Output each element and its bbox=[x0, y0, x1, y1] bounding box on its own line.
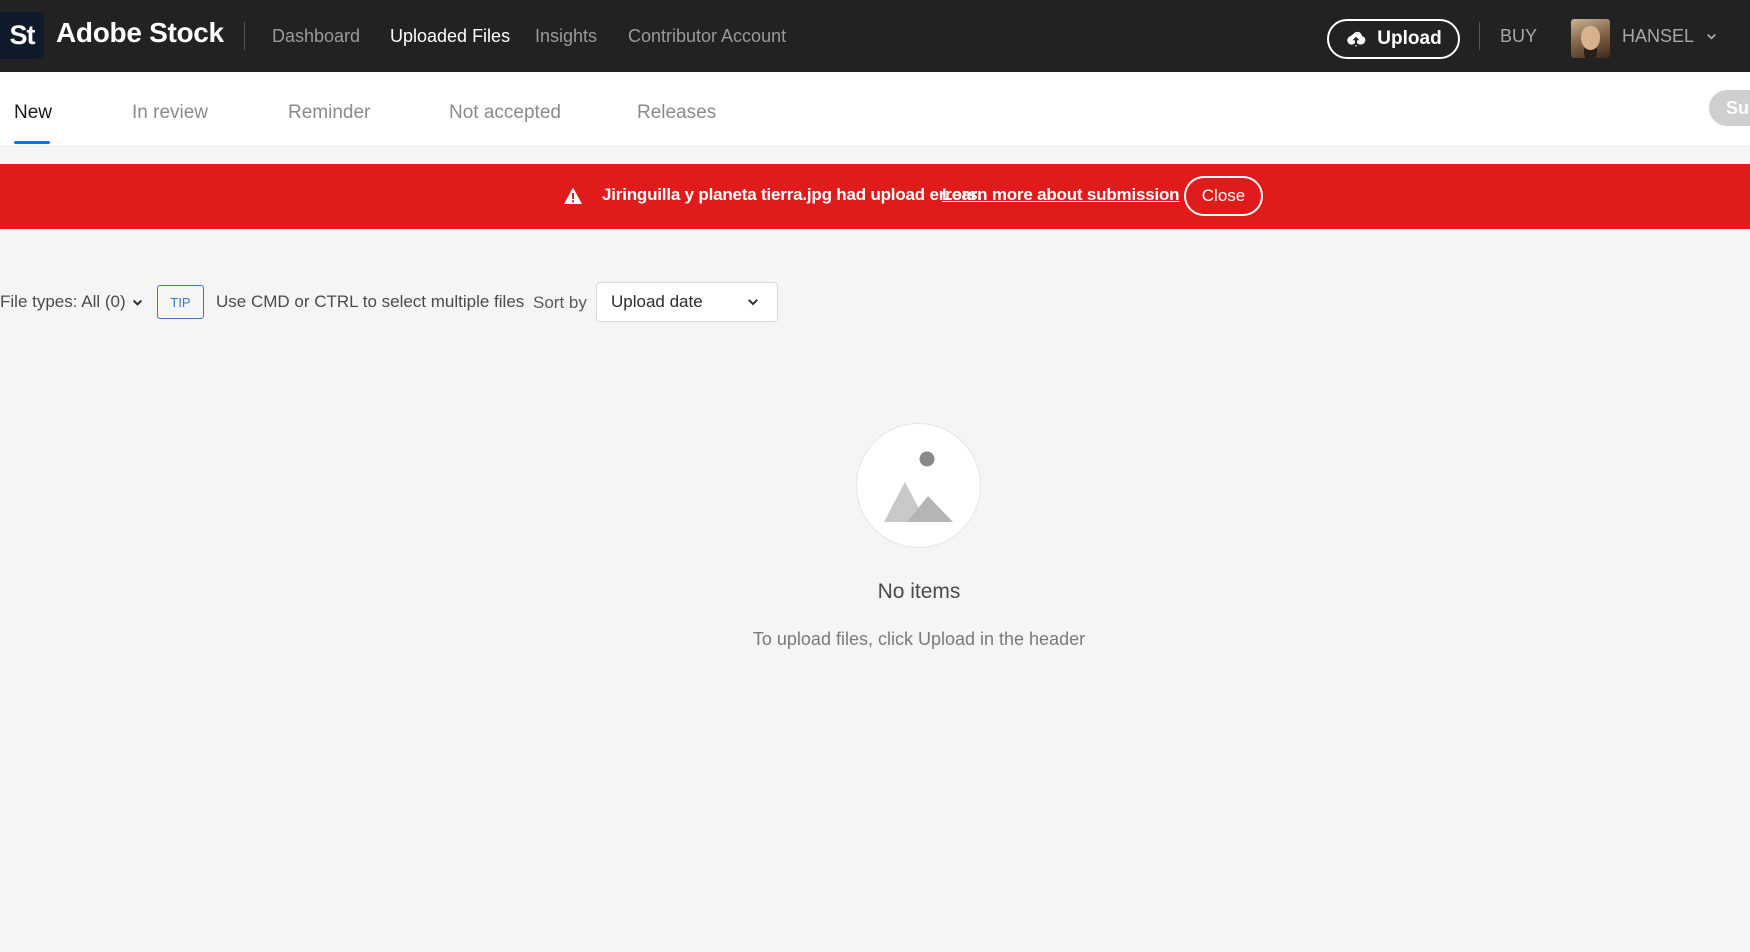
header-divider bbox=[244, 22, 245, 50]
image-placeholder-icon bbox=[884, 451, 953, 522]
upload-button-label: Upload bbox=[1377, 28, 1442, 49]
learn-more-link[interactable]: Learn more about submission bbox=[942, 185, 1180, 205]
tab-reminder[interactable]: Reminder bbox=[288, 102, 370, 124]
nav-uploaded-files[interactable]: Uploaded Files bbox=[390, 26, 510, 47]
active-tab-indicator bbox=[14, 141, 50, 144]
username-label: HANSEL bbox=[1622, 26, 1695, 46]
tip-text: Use CMD or CTRL to select multiple files bbox=[216, 292, 525, 311]
submit-button[interactable]: Sub bbox=[1709, 90, 1750, 126]
tab-releases[interactable]: Releases bbox=[637, 102, 716, 124]
tab-new[interactable]: New bbox=[14, 102, 52, 124]
warning-icon bbox=[564, 187, 582, 204]
close-banner-button[interactable]: Close bbox=[1184, 176, 1263, 216]
nav-insights[interactable]: Insights bbox=[535, 26, 597, 47]
tip-badge: TIP bbox=[157, 285, 204, 319]
adobe-stock-logo[interactable]: St bbox=[0, 12, 44, 59]
top-header: St Adobe Stock Dashboard Uploaded Files … bbox=[0, 0, 1750, 72]
empty-state-illustration bbox=[856, 423, 981, 548]
upload-button[interactable]: Upload bbox=[1327, 19, 1460, 59]
sort-select[interactable]: Upload date bbox=[596, 282, 778, 322]
avatar[interactable] bbox=[1571, 19, 1610, 58]
chevron-down-icon bbox=[1707, 33, 1717, 40]
file-types-label: File types: All (0) bbox=[0, 292, 126, 311]
tab-not-accepted[interactable]: Not accepted bbox=[449, 102, 561, 124]
brand-name[interactable]: Adobe Stock bbox=[56, 17, 224, 49]
tab-in-review[interactable]: In review bbox=[132, 102, 208, 124]
status-tabs: New In review Reminder Not accepted Rele… bbox=[0, 72, 1750, 145]
file-types-filter[interactable]: File types: All (0) bbox=[0, 292, 143, 312]
chevron-down-icon bbox=[748, 299, 758, 306]
nav-contributor-account[interactable]: Contributor Account bbox=[628, 26, 786, 47]
empty-state-subtitle: To upload files, click Upload in the hea… bbox=[752, 629, 1086, 649]
empty-state-title: No items bbox=[877, 580, 961, 603]
chevron-down-icon bbox=[132, 299, 142, 306]
sort-select-value: Upload date bbox=[611, 292, 703, 311]
buy-link[interactable]: BUY bbox=[1500, 26, 1537, 47]
upload-error-banner: Jiringuilla y planeta tierra.jpg had upl… bbox=[0, 164, 1750, 229]
error-message: Jiringuilla y planeta tierra.jpg had upl… bbox=[602, 185, 982, 204]
user-menu[interactable]: HANSEL bbox=[1622, 26, 1717, 47]
sort-by-label: Sort by bbox=[533, 293, 587, 312]
nav-dashboard[interactable]: Dashboard bbox=[272, 26, 360, 47]
cloud-upload-icon bbox=[1347, 31, 1366, 47]
header-divider-right bbox=[1479, 22, 1480, 50]
